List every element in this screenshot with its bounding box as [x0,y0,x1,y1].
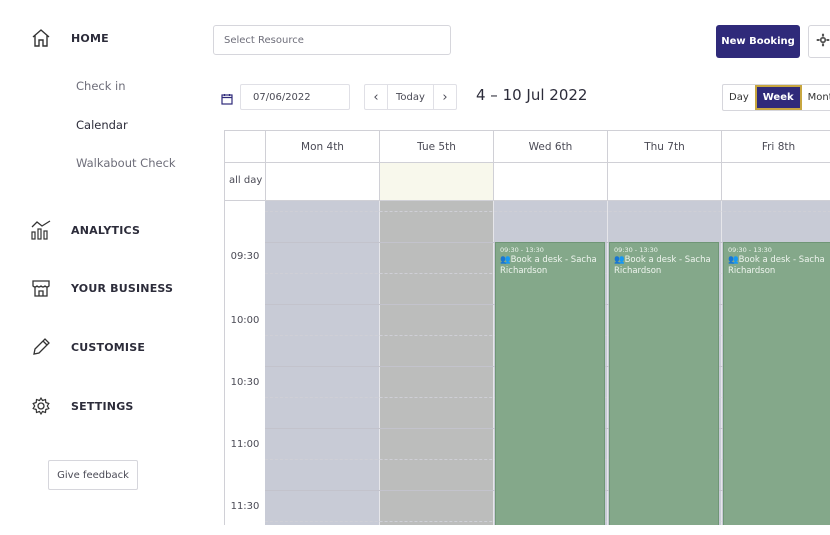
nav-analytics-label: ANALYTICS [71,223,141,237]
all-day-cell-tue[interactable] [379,163,493,200]
day-header-row: Mon 4th Tue 5th Wed 6th Thu 7th Fri 8th [225,131,830,163]
booking-event-thu[interactable]: 09:30 - 13:30 👥Book a desk - Sacha Richa… [609,242,719,525]
event-title: Book a desk - Sacha Richardson [614,255,711,276]
people-icon: 👥 [500,255,511,265]
give-feedback-button[interactable]: Give feedback [48,460,138,490]
nav-home-label: HOME [71,31,109,45]
all-day-label: all day [229,175,263,186]
previous-week-button[interactable]: ‹ [365,85,387,109]
slot-line [265,211,830,212]
analytics-icon [30,219,52,241]
nav-calendar[interactable]: Calendar [76,118,128,132]
day-header-fri: Fri 8th [721,131,830,162]
column-divider [379,201,380,525]
day-header-tue: Tue 5th [379,131,493,162]
date-picker-input[interactable]: 07/06/2022 [240,84,350,110]
store-icon [30,277,52,299]
all-day-row: all day [225,163,830,201]
all-day-cell-thu[interactable] [607,163,721,200]
view-month-button[interactable]: Month [802,85,830,110]
all-day-cell-mon[interactable] [265,163,379,200]
view-day-button[interactable]: Day [723,85,755,110]
event-title: Book a desk - Sacha Richardson [728,255,825,276]
time-label-1000: 10:00 [230,315,260,326]
nav-your-business[interactable]: YOUR BUSINESS [30,277,173,299]
nav-check-in[interactable]: Check in [76,79,126,93]
gear-icon [816,32,830,51]
calendar-icon[interactable] [221,90,233,105]
sidebar: HOME Check in Calendar Walkabout Check A… [0,0,196,535]
time-label-1130: 11:30 [230,501,260,512]
home-icon [30,27,52,49]
nav-customise[interactable]: CUSTOMISE [30,336,145,358]
week-navigation: ‹ Today › [364,84,457,110]
new-booking-button[interactable]: New Booking [716,25,800,58]
day-column-tue[interactable] [379,201,493,525]
today-button[interactable]: Today [387,85,434,109]
settings-button[interactable] [808,25,830,58]
nav-settings-label: SETTINGS [71,399,134,413]
time-label-1100: 11:00 [230,439,260,450]
column-divider [721,201,722,525]
next-week-button[interactable]: › [434,85,456,109]
date-range-title: 4 – 10 Jul 2022 [476,86,588,104]
view-week-button[interactable]: Week [754,85,802,110]
time-label-1030: 10:30 [230,377,260,388]
day-header-wed: Wed 6th [493,131,607,162]
nav-your-business-label: YOUR BUSINESS [71,281,174,295]
all-day-cell-fri[interactable] [721,163,830,200]
nav-customise-label: CUSTOMISE [71,340,146,354]
booking-event-wed[interactable]: 09:30 - 13:30 👥Book a desk - Sacha Richa… [495,242,605,525]
nav-settings[interactable]: SETTINGS [30,395,134,417]
event-time: 09:30 - 13:30 [500,246,544,254]
all-day-cell-wed[interactable] [493,163,607,200]
gear-icon [30,395,52,417]
time-grid: 09:30 10:00 10:30 11:00 11:30 09:30 - 13… [225,201,830,525]
day-header-mon: Mon 4th [265,131,379,162]
select-resource-input[interactable]: Select Resource [213,25,451,55]
day-column-mon[interactable] [265,201,379,525]
column-divider [493,201,494,525]
time-label-0930: 09:30 [230,251,260,262]
nav-walkabout-check[interactable]: Walkabout Check [76,156,176,170]
event-title: Book a desk - Sacha Richardson [500,255,597,276]
event-time: 09:30 - 13:30 [614,246,658,254]
week-calendar-grid: Mon 4th Tue 5th Wed 6th Thu 7th Fri 8th … [224,130,830,525]
event-time: 09:30 - 13:30 [728,246,772,254]
view-switcher: Day Week Month [722,84,830,111]
people-icon: 👥 [614,255,625,265]
column-divider [607,201,608,525]
pencil-icon [30,336,52,358]
people-icon: 👥 [728,255,739,265]
nav-analytics[interactable]: ANALYTICS [30,219,140,241]
day-header-thu: Thu 7th [607,131,721,162]
booking-event-fri[interactable]: 09:30 - 13:30 👥Book a desk - Sacha Richa… [723,242,830,525]
nav-home[interactable]: HOME [30,27,109,49]
